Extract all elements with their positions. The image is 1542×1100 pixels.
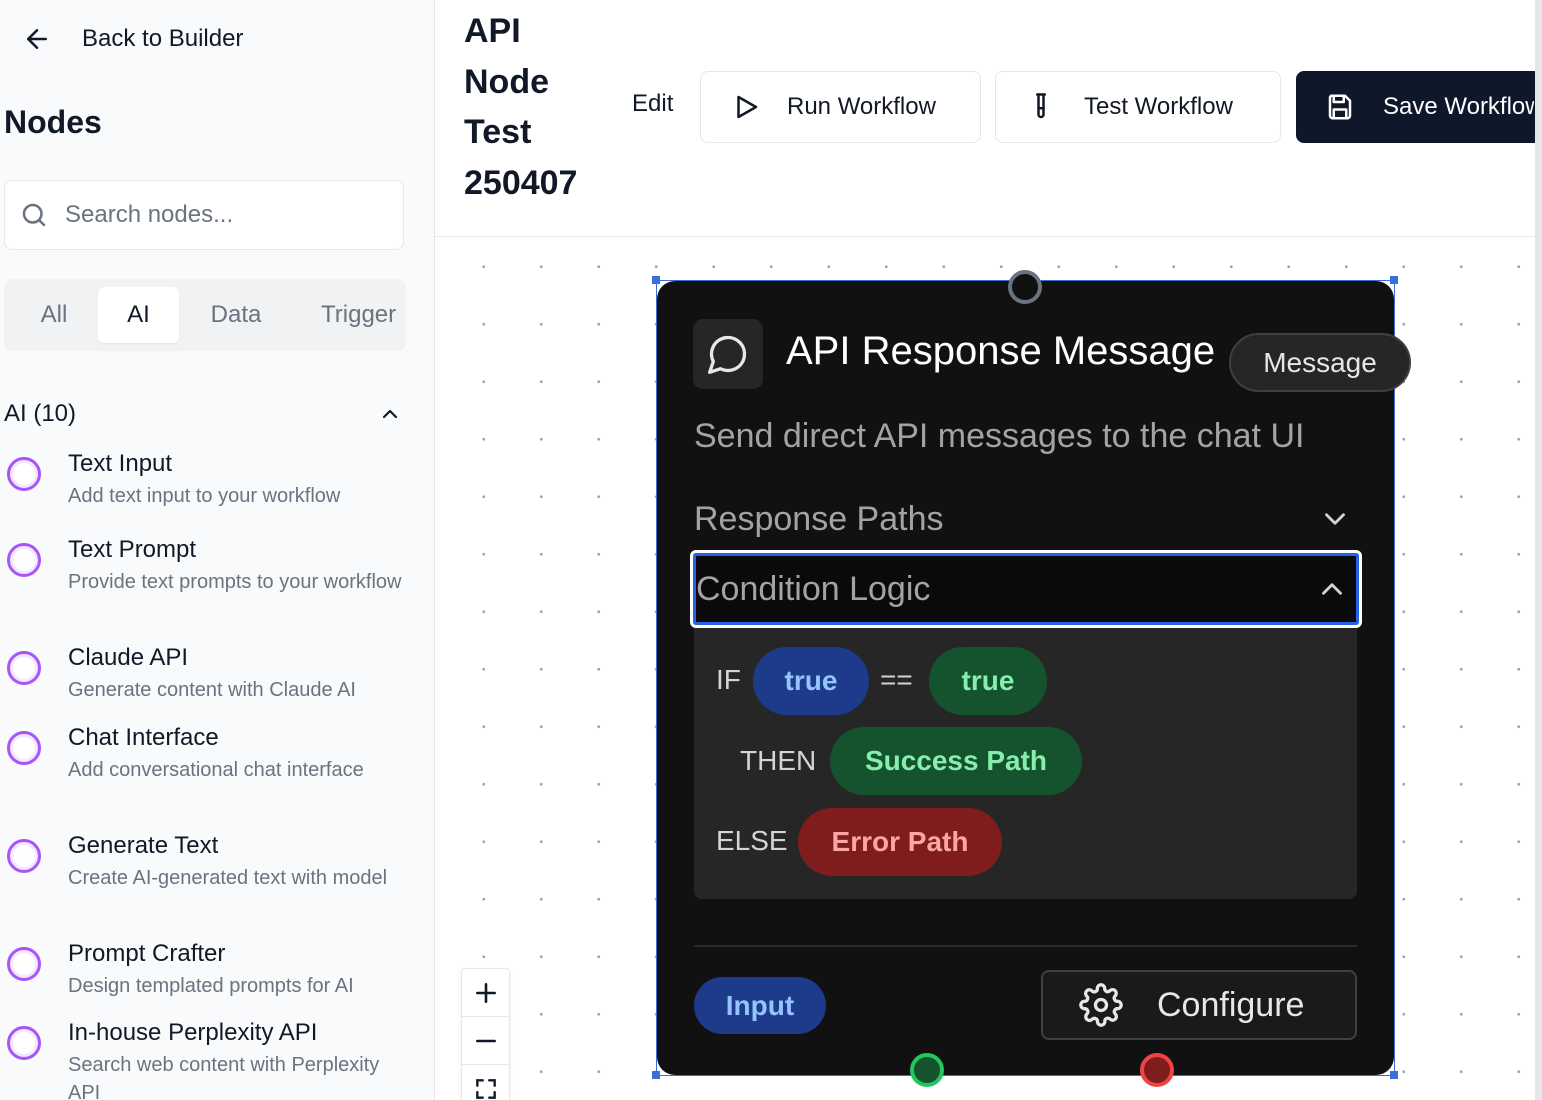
node-item-text-prompt[interactable]: Text Prompt Provide text prompts to your… <box>0 534 420 628</box>
zoom-out-button[interactable] <box>462 1017 509 1064</box>
category-tabs: All AI Data Trigger <box>4 279 406 351</box>
right-panel-edge <box>1535 0 1542 1100</box>
node-item-perplexity-api[interactable]: In-house Perplexity API Search web conte… <box>0 1017 420 1100</box>
condition-logic-label: Condition Logic <box>696 569 931 608</box>
fit-view-icon <box>475 1078 496 1099</box>
node-desc: Provide text prompts to your workflow <box>68 571 402 593</box>
test-workflow-button[interactable]: Test Workflow <box>995 71 1281 143</box>
then-keyword: THEN <box>740 745 817 776</box>
node-name: Text Input <box>68 450 173 477</box>
section-label: AI (10) <box>4 400 77 427</box>
response-paths-toggle[interactable]: Response Paths <box>694 496 1358 542</box>
node-desc: Add text input to your workflow <box>68 485 341 507</box>
save-workflow-label: Save Workflow <box>1383 93 1535 120</box>
right-operand-pill[interactable]: true <box>929 647 1047 715</box>
node-name: Claude API <box>68 644 189 671</box>
success-output-port[interactable] <box>910 1053 944 1087</box>
save-workflow-button[interactable]: Save Workflow <box>1296 71 1535 143</box>
node-desc: Generate content with Claude AI <box>68 679 356 701</box>
node-name: Prompt Crafter <box>68 940 226 967</box>
save-icon <box>1328 94 1352 120</box>
search-icon <box>22 203 46 227</box>
tab-all[interactable]: All <box>12 287 96 343</box>
input-badge: Input <box>694 977 826 1034</box>
section-ai-header[interactable]: AI (10) <box>4 396 406 432</box>
node-footer-divider <box>694 945 1357 947</box>
search-input[interactable] <box>65 201 385 229</box>
node-item-chat-interface[interactable]: Chat Interface Add conversational chat i… <box>0 722 420 816</box>
play-icon <box>737 95 758 119</box>
node-name: Generate Text <box>68 832 219 859</box>
node-circle-icon <box>7 457 41 491</box>
node-circle-icon <box>7 731 41 765</box>
node-circle-icon <box>7 543 41 577</box>
node-name: Chat Interface <box>68 724 219 751</box>
error-path-pill[interactable]: Error Path <box>798 808 1002 876</box>
chevron-up-icon <box>382 409 398 419</box>
run-workflow-button[interactable]: Run Workflow <box>700 71 981 143</box>
node-item-claude-api[interactable]: Claude API Generate content with Claude … <box>0 642 420 712</box>
node-desc: Add conversational chat interface <box>68 759 364 781</box>
run-workflow-label: Run Workflow <box>787 93 936 120</box>
test-tube-icon <box>1036 93 1046 119</box>
if-keyword: IF <box>716 664 741 695</box>
node-title: API Response Message <box>786 329 1216 373</box>
workflow-builder: Back to Builder Nodes All AI Data Trigge… <box>0 0 1542 1100</box>
configure-button[interactable]: Configure <box>1041 970 1357 1040</box>
success-path-pill[interactable]: Success Path <box>830 727 1082 795</box>
gear-icon <box>1079 983 1123 1027</box>
fit-view-button[interactable] <box>462 1065 509 1100</box>
condition-logic-toggle[interactable]: Condition Logic <box>690 550 1362 628</box>
node-name: Text Prompt <box>68 536 197 563</box>
node-type-badge: Message <box>1229 333 1411 392</box>
node-type-icon-box <box>693 319 763 389</box>
node-item-prompt-crafter[interactable]: Prompt Crafter Design templated prompts … <box>0 938 420 1008</box>
resize-handle-top-right[interactable] <box>1390 276 1398 284</box>
resize-handle-bottom-right[interactable] <box>1390 1071 1398 1079</box>
tab-trigger[interactable]: Trigger <box>294 287 406 343</box>
minus-icon <box>475 1039 496 1042</box>
node-name: In-house Perplexity API <box>68 1019 318 1046</box>
node-description: Send direct API messages to the chat UI <box>694 417 1305 455</box>
node-desc: Design templated prompts for AI <box>68 975 354 997</box>
back-label: Back to Builder <box>82 25 244 52</box>
zoom-controls <box>461 968 510 1100</box>
node-desc: Create AI-generated text with model <box>68 867 388 889</box>
input-port[interactable] <box>1008 270 1042 304</box>
nodes-sidebar: Back to Builder Nodes All AI Data Trigge… <box>0 0 435 1100</box>
chevron-up-icon <box>1322 583 1342 595</box>
edit-button[interactable]: Edit <box>632 90 673 118</box>
chevron-down-icon <box>1325 513 1345 525</box>
sidebar-title: Nodes <box>4 104 102 140</box>
error-output-port[interactable] <box>1140 1053 1174 1087</box>
plus-icon <box>475 982 496 1003</box>
test-workflow-label: Test Workflow <box>1084 93 1233 120</box>
else-keyword: ELSE <box>716 825 788 856</box>
operator: == <box>880 664 913 695</box>
workflow-header: API Node Test 250407 Edit Run Workflow T… <box>435 0 1535 237</box>
arrow-left-icon <box>27 29 47 49</box>
node-item-text-input[interactable]: Text Input Add text input to your workfl… <box>0 448 420 518</box>
node-circle-icon <box>7 651 41 685</box>
message-circle-icon <box>708 335 747 374</box>
tab-data[interactable]: Data <box>187 287 285 343</box>
zoom-in-button[interactable] <box>462 969 509 1016</box>
tab-ai[interactable]: AI <box>98 287 179 343</box>
resize-handle-top-left[interactable] <box>652 276 660 284</box>
node-desc: Search web content with Perplexity API <box>68 1054 380 1100</box>
response-paths-label: Response Paths <box>694 499 944 538</box>
workflow-title: API Node Test 250407 <box>464 12 578 202</box>
configure-label: Configure <box>1157 985 1305 1024</box>
node-item-generate-text[interactable]: Generate Text Create AI-generated text w… <box>0 830 420 924</box>
search-box[interactable] <box>4 180 404 250</box>
node-circle-icon <box>7 1026 41 1060</box>
left-operand-pill[interactable]: true <box>753 647 869 715</box>
back-to-builder-link[interactable]: Back to Builder <box>22 20 243 58</box>
resize-handle-bottom-left[interactable] <box>652 1071 660 1079</box>
node-circle-icon <box>7 947 41 981</box>
node-circle-icon <box>7 839 41 873</box>
